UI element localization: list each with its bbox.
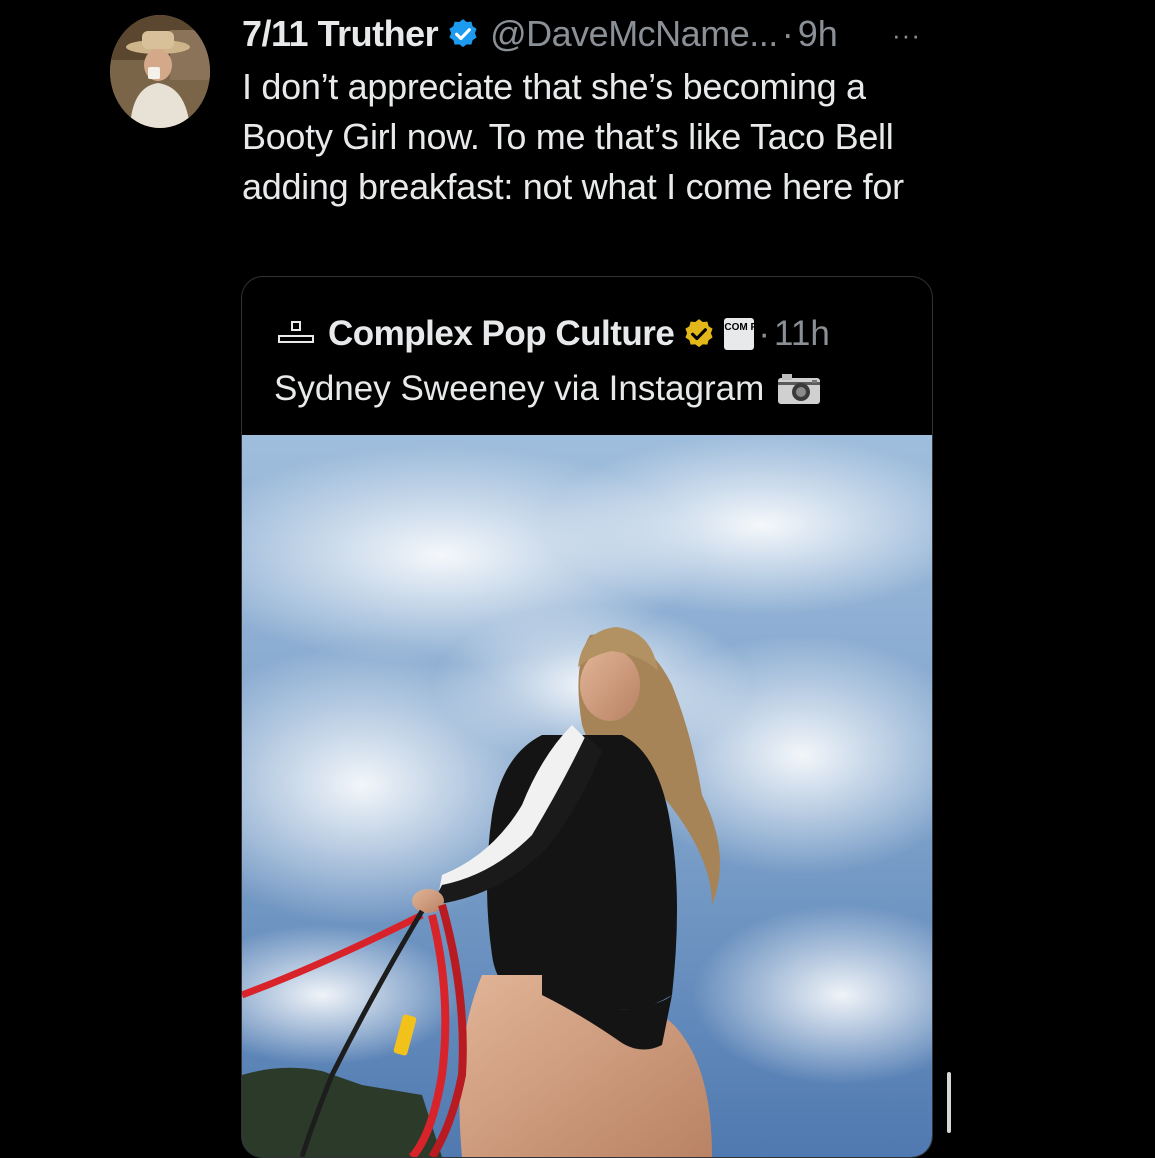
affiliate-badge-icon: COM PLEX (724, 318, 777, 350)
pop-culture-logo-icon[interactable] (278, 319, 314, 349)
verified-badge-icon (449, 19, 477, 48)
tweet-header: 7/11 Truther @DaveMcName... · 9h (242, 8, 942, 60)
quoted-tweet-text-row: Sydney Sweeney via Instagram (274, 369, 822, 409)
quoted-tweet-text: Sydney Sweeney via Instagram (274, 369, 765, 408)
quoted-tweet-author-row: Complex Pop Culture COM PLEX · 11h (278, 309, 830, 359)
quoted-tweet-card[interactable]: Complex Pop Culture COM PLEX · 11h Sydne… (241, 276, 933, 1158)
tweet[interactable]: 7/11 Truther @DaveMcName... · 9h ··· I d… (242, 8, 942, 212)
quote-separator-dot: · (758, 314, 771, 353)
quoted-tweet-time[interactable]: 11h (774, 314, 830, 354)
media-photo[interactable] (242, 435, 932, 1157)
quoted-author-name[interactable]: Complex Pop Culture (328, 314, 675, 354)
camera-icon (778, 374, 821, 404)
more-options-icon[interactable]: ··· (892, 20, 936, 50)
author-name[interactable]: 7/11 Truther (242, 13, 439, 55)
tweet-time[interactable]: 9h (798, 13, 838, 55)
author-avatar[interactable] (110, 15, 210, 128)
verified-gold-badge-icon (685, 319, 713, 348)
scrollbar[interactable] (947, 1072, 951, 1133)
tweet-text: I don’t appreciate that she’s becoming a… (242, 66, 904, 207)
quoted-tweet-header: Complex Pop Culture COM PLEX · 11h Sydne… (242, 277, 932, 435)
separator-dot: · (781, 13, 794, 54)
author-handle[interactable]: @DaveMcName... (490, 13, 778, 55)
